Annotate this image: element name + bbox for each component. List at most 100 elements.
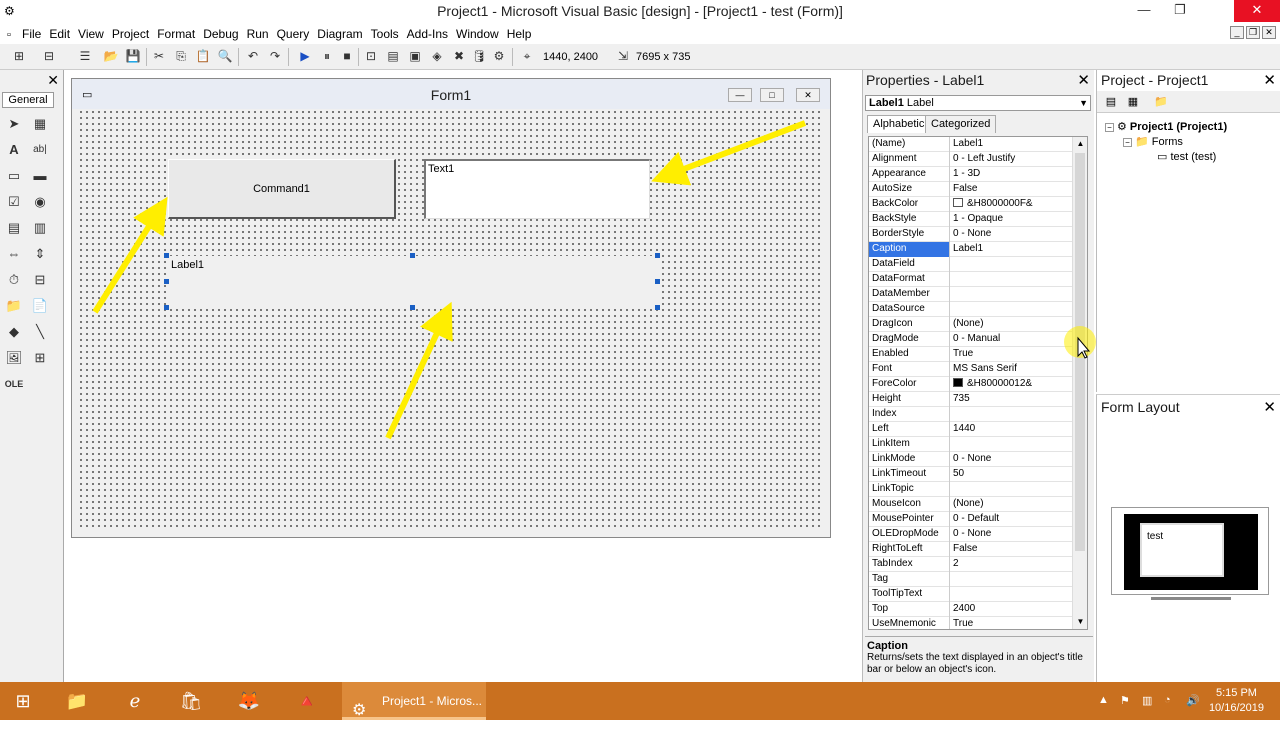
property-name[interactable]: BackColor — [869, 197, 950, 212]
property-name[interactable]: DataMember — [869, 287, 950, 302]
toolbox-icon[interactable]: ✖ — [450, 47, 468, 65]
start-icon[interactable]: ▶ — [296, 47, 314, 65]
end-icon[interactable]: ■ — [338, 47, 356, 65]
menu-run[interactable]: Run — [243, 24, 273, 44]
save-project-icon[interactable]: 💾 — [124, 47, 142, 65]
label-tool-icon[interactable]: A — [4, 140, 24, 160]
property-row[interactable]: (Name) Label1 — [869, 137, 1073, 152]
paste-icon[interactable]: 📋 — [194, 47, 212, 65]
property-name[interactable]: MouseIcon — [869, 497, 950, 512]
hscrollbar-tool-icon[interactable]: ⇔ — [4, 244, 24, 264]
find-icon[interactable]: 🔍 — [216, 47, 234, 65]
mdi-system-icon[interactable]: ▫ — [0, 29, 18, 41]
tab-alphabetic[interactable]: Alphabetic — [867, 115, 931, 133]
cut-icon[interactable]: ✂ — [150, 47, 168, 65]
property-value[interactable]: 0 - None — [952, 452, 1073, 467]
property-row[interactable]: OLEDropMode 0 - None — [869, 527, 1073, 542]
show-hidden-icons-icon[interactable]: ▲ — [1098, 694, 1109, 706]
property-name[interactable]: ForeColor — [869, 377, 950, 392]
menu-window[interactable]: Window — [452, 24, 503, 44]
resize-handle[interactable] — [164, 305, 169, 310]
property-row[interactable]: MousePointer 0 - Default — [869, 512, 1073, 527]
property-value[interactable] — [952, 437, 1073, 452]
pointer-tool-icon[interactable]: ➤ — [4, 114, 24, 134]
property-value[interactable]: 1 - 3D — [952, 167, 1073, 182]
property-value[interactable]: 2400 — [952, 602, 1073, 617]
property-value[interactable]: &H80000012& — [952, 377, 1073, 392]
property-name[interactable]: Tag — [869, 572, 950, 587]
property-grid-scrollbar[interactable]: ▲ ▼ — [1072, 137, 1087, 629]
property-row[interactable]: Caption Label1 — [869, 242, 1073, 257]
property-name[interactable]: DataSource — [869, 302, 950, 317]
property-name[interactable]: OLEDropMode — [869, 527, 950, 542]
tab-categorized[interactable]: Categorized — [925, 115, 997, 133]
commandbutton-tool-icon[interactable]: ▬ — [30, 166, 50, 186]
property-row[interactable]: Alignment 0 - Left Justify — [869, 152, 1073, 167]
checkbox-tool-icon[interactable]: ☑ — [4, 192, 24, 212]
line-tool-icon[interactable]: ╲ — [30, 322, 50, 342]
property-value[interactable]: True — [952, 617, 1073, 629]
menu-project[interactable]: Project — [108, 24, 153, 44]
property-row[interactable]: ToolTipText — [869, 587, 1073, 602]
tree-forms-folder[interactable]: − 📁 Forms — [1123, 135, 1183, 148]
form-layout-icon[interactable]: ▣ — [406, 47, 424, 65]
network-adapter-icon[interactable]: ▥ — [1142, 694, 1152, 707]
close-button[interactable]: ✕ — [1234, 0, 1280, 22]
vlc-icon[interactable]: 🔺 — [284, 686, 330, 716]
property-row[interactable]: Height 735 — [869, 392, 1073, 407]
property-name[interactable]: Caption — [869, 242, 950, 257]
property-row[interactable]: BackStyle 1 - Opaque — [869, 212, 1073, 227]
timer-tool-icon[interactable]: ⏱ — [4, 270, 24, 290]
property-name[interactable]: Font — [869, 362, 950, 377]
project-explorer-icon[interactable]: ⊡ — [362, 47, 380, 65]
collapse-icon[interactable]: − — [1105, 123, 1114, 132]
property-value[interactable]: 0 - Manual — [952, 332, 1073, 347]
property-value[interactable]: 735 — [952, 392, 1073, 407]
property-name[interactable]: LinkTopic — [869, 482, 950, 497]
property-value[interactable]: False — [952, 182, 1073, 197]
property-name[interactable]: Height — [869, 392, 950, 407]
property-name[interactable]: LinkTimeout — [869, 467, 950, 482]
property-row[interactable]: DataMember — [869, 287, 1073, 302]
property-value[interactable] — [952, 272, 1073, 287]
tree-project-root[interactable]: − ⚙ Project1 (Project1) — [1105, 120, 1227, 133]
property-name[interactable]: BorderStyle — [869, 227, 950, 242]
property-name[interactable]: BackStyle — [869, 212, 950, 227]
property-row[interactable]: Tag — [869, 572, 1073, 587]
menu-format[interactable]: Format — [153, 24, 199, 44]
property-name[interactable]: TabIndex — [869, 557, 950, 572]
property-value[interactable] — [952, 482, 1073, 497]
property-name[interactable]: DataFormat — [869, 272, 950, 287]
system-clock[interactable]: 5:15 PM 10/16/2019 — [1209, 686, 1264, 716]
redo-icon[interactable]: ↷ — [266, 47, 284, 65]
project-close-icon[interactable]: ✕ — [1263, 71, 1276, 89]
copy-icon[interactable]: ⎘ — [172, 47, 190, 65]
property-name[interactable]: Index — [869, 407, 950, 422]
drivelistbox-tool-icon[interactable]: ⊟ — [30, 270, 50, 290]
menu-edit[interactable]: Edit — [45, 24, 74, 44]
menu-view[interactable]: View — [74, 24, 108, 44]
listbox-tool-icon[interactable]: ▥ — [30, 218, 50, 238]
maximize-button[interactable]: ❐ — [1162, 0, 1198, 22]
property-name[interactable]: DataField — [869, 257, 950, 272]
property-name[interactable]: Left — [869, 422, 950, 437]
store-icon[interactable]: 🛍 — [168, 686, 214, 716]
property-name[interactable]: LinkMode — [869, 452, 950, 467]
property-row[interactable]: DragMode 0 - Manual — [869, 332, 1073, 347]
property-value[interactable]: 50 — [952, 467, 1073, 482]
property-name[interactable]: Enabled — [869, 347, 950, 362]
menu-add-ins[interactable]: Add-Ins — [403, 24, 452, 44]
collapse-icon[interactable]: − — [1123, 138, 1132, 147]
flag-icon[interactable]: ⚑ — [1120, 694, 1130, 707]
mdi-close-button[interactable]: ✕ — [1262, 26, 1276, 39]
property-value[interactable]: 2 — [952, 557, 1073, 572]
break-icon[interactable]: ⏸ — [318, 47, 336, 65]
property-value[interactable]: &H8000000F& — [952, 197, 1073, 212]
property-name[interactable]: Appearance — [869, 167, 950, 182]
property-row[interactable]: Left 1440 — [869, 422, 1073, 437]
ole-tool-icon[interactable]: OLE — [4, 374, 24, 394]
property-row[interactable]: TabIndex 2 — [869, 557, 1073, 572]
property-name[interactable]: AutoSize — [869, 182, 950, 197]
resize-handle[interactable] — [655, 253, 660, 258]
image-tool-icon[interactable]: 🖼 — [4, 348, 24, 368]
